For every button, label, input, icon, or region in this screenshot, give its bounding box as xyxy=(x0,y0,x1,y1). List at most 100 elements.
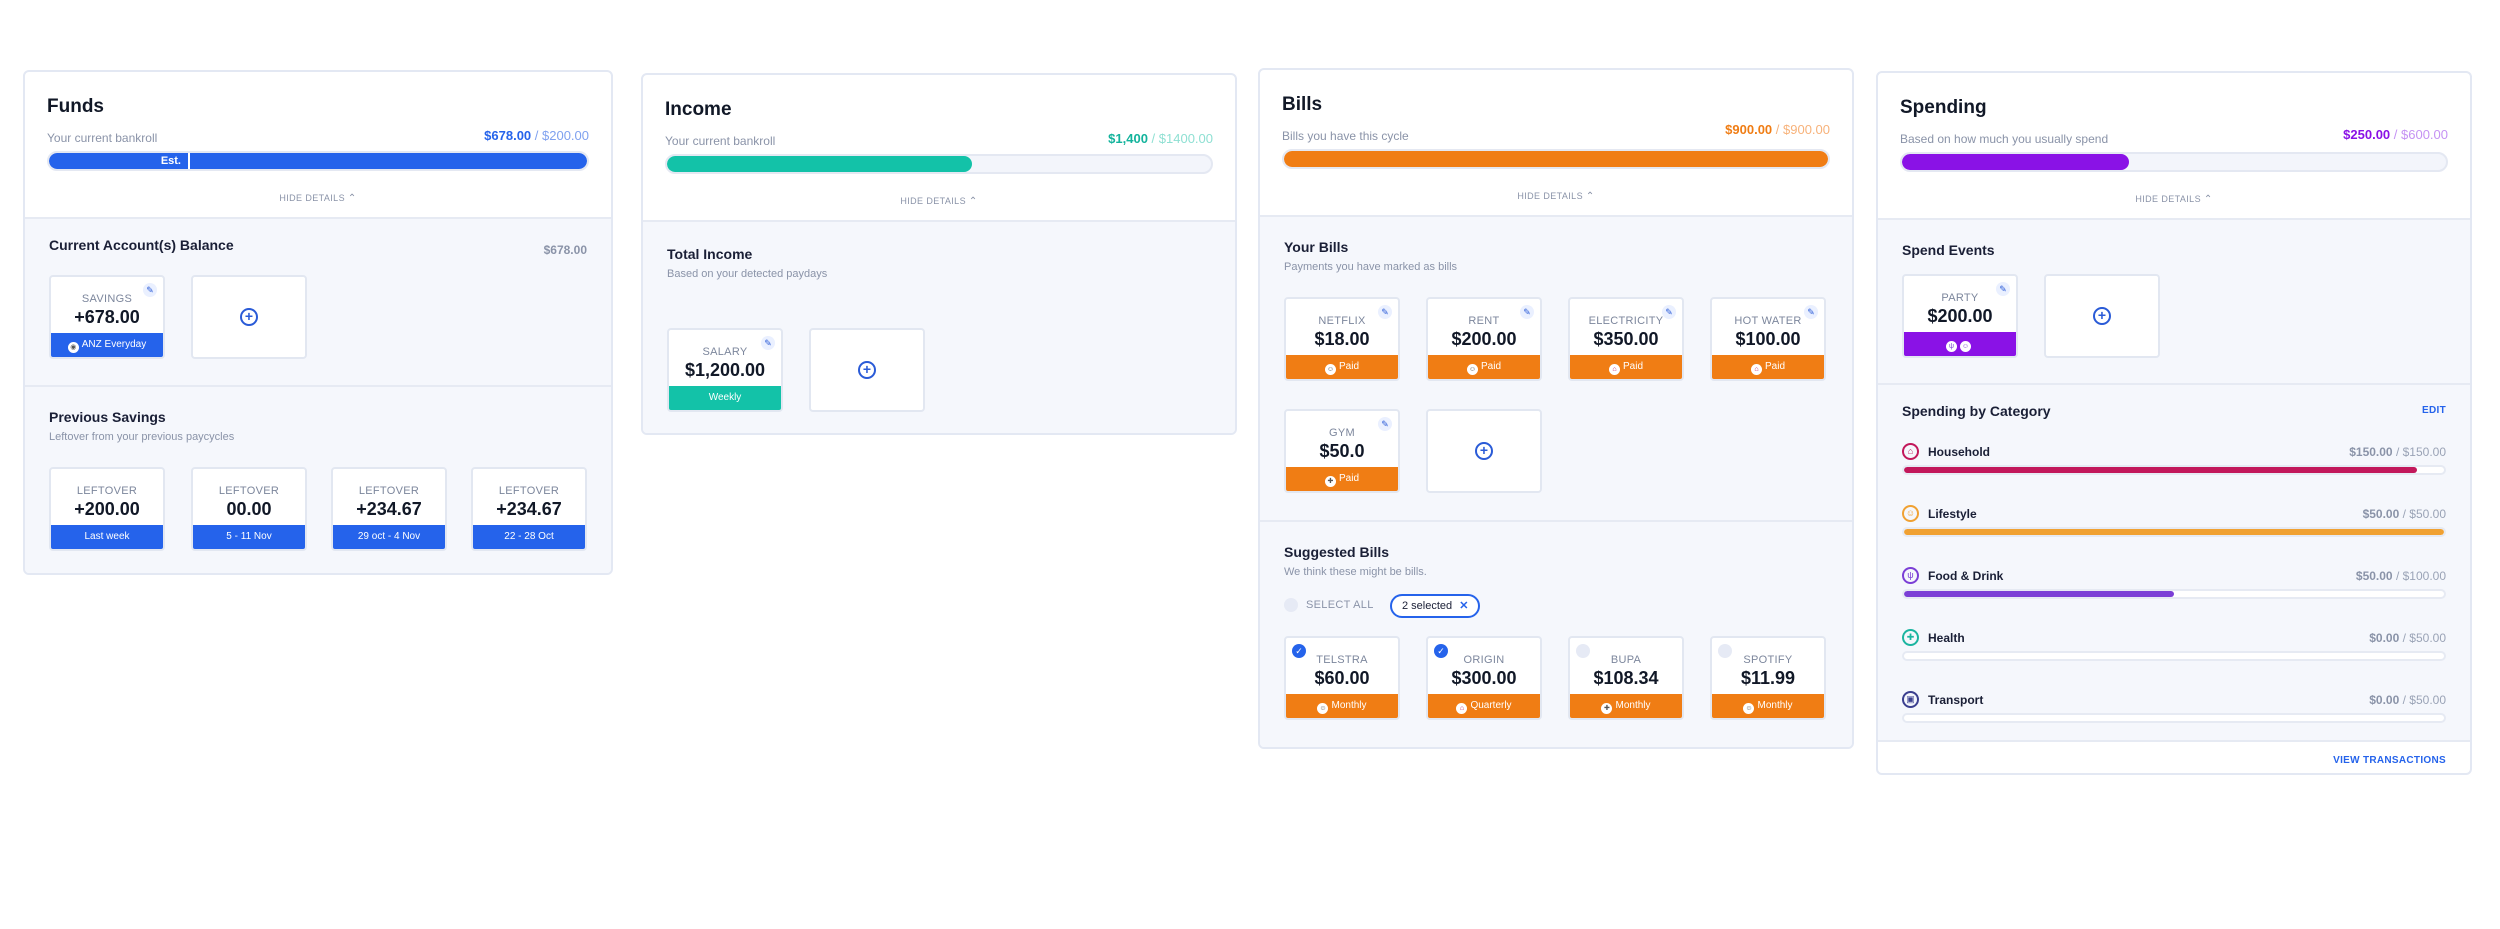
bill-card[interactable]: ✎ GYM $50.0 ✚ Paid xyxy=(1284,409,1400,493)
party-card[interactable]: ✎ PARTY $200.00 ψ ☺ xyxy=(1902,274,2018,358)
previous-savings-section: Previous Savings Leftover from your prev… xyxy=(25,385,611,573)
category-row[interactable]: ✚ Health $0.00 / $50.00 xyxy=(1902,629,2446,669)
chevron-up-icon: ⌃ xyxy=(347,193,357,204)
income-progress-fill xyxy=(667,156,972,172)
spending-progress-bar xyxy=(1900,152,2448,172)
lifestyle-icon: ☺ xyxy=(1902,505,1919,522)
household-icon: ⌂ xyxy=(1750,364,1762,375)
plus-icon: + xyxy=(1475,442,1493,460)
funds-title: Funds xyxy=(47,96,104,117)
suggested-bills-section: Suggested Bills We think these might be … xyxy=(1260,520,1852,747)
plus-icon: + xyxy=(2093,307,2111,325)
health-icon: ✚ xyxy=(1902,629,1919,646)
leftover-card[interactable]: LEFTOVER 00.00 5 - 11 Nov xyxy=(191,467,307,551)
category-row[interactable]: ▣ Transport $0.00 / $50.00 xyxy=(1902,691,2446,731)
funds-panel: Funds Your current bankroll $678.00 / $2… xyxy=(23,70,613,575)
salary-card[interactable]: ✎ SALARY $1,200.00 Weekly xyxy=(667,328,783,412)
category-progress-bar xyxy=(1902,713,2446,723)
income-hide-details[interactable]: HIDE DETAILS ⌃ xyxy=(643,196,1235,220)
category-row[interactable]: ψ Food & Drink $50.00 / $100.00 xyxy=(1902,567,2446,607)
check-icon[interactable]: ✓ xyxy=(1434,644,1448,658)
spending-footer: VIEW TRANSACTIONS xyxy=(1878,740,2470,773)
suggested-bill-card[interactable]: BUPA $108.34 ✚ Monthly xyxy=(1568,636,1684,720)
your-bills-section: Your Bills Payments you have marked as b… xyxy=(1260,215,1852,520)
lifestyle-icon: ☺ xyxy=(1324,364,1336,375)
your-bills-subtitle: Payments you have marked as bills xyxy=(1284,261,1458,273)
spend-events-section: Spend Events ✎ PARTY $200.00 ψ ☺ + xyxy=(1878,218,2470,383)
bank-icon: ◉ xyxy=(67,342,79,353)
suggested-bill-card[interactable]: SPOTIFY $11.99 ☺ Monthly xyxy=(1710,636,1826,720)
total-income-section: Total Income Based on your detected payd… xyxy=(643,220,1235,433)
chevron-up-icon: ⌃ xyxy=(968,196,978,207)
total-income-title: Total Income xyxy=(667,246,753,262)
category-progress-bar xyxy=(1902,527,2446,537)
current-balance-title: Current Account(s) Balance xyxy=(49,237,234,253)
household-icon: ⌂ xyxy=(1902,443,1919,460)
income-amount: $1,400 / $1400.00 xyxy=(1108,131,1213,146)
category-row[interactable]: ☺ Lifestyle $50.00 / $50.00 xyxy=(1902,505,2446,545)
lifestyle-icon: ☺ xyxy=(1466,364,1478,375)
est-label: Est. xyxy=(160,155,181,167)
edit-icon[interactable]: ✎ xyxy=(761,336,775,350)
chevron-up-icon: ⌃ xyxy=(1585,191,1595,202)
category-progress-bar xyxy=(1902,589,2446,599)
bill-card[interactable]: ✎ RENT $200.00 ☺ Paid xyxy=(1426,297,1542,381)
savings-card[interactable]: ✎ SAVINGS +678.00 ◉ ANZ Everyday xyxy=(49,275,165,359)
spending-by-category-title: Spending by Category xyxy=(1902,403,2051,419)
close-icon[interactable]: ✕ xyxy=(1459,600,1468,612)
edit-icon[interactable]: ✎ xyxy=(1804,305,1818,319)
bills-panel: Bills Bills you have this cycle $900.00 … xyxy=(1258,68,1854,749)
spending-amount: $250.00 / $600.00 xyxy=(2343,127,2448,142)
spending-hide-details[interactable]: HIDE DETAILS ⌃ xyxy=(1878,194,2470,218)
health-icon: ✚ xyxy=(1324,476,1336,487)
leftover-card[interactable]: LEFTOVER +234.67 29 oct - 4 Nov xyxy=(331,467,447,551)
edit-icon[interactable]: ✎ xyxy=(1378,417,1392,431)
edit-icon[interactable]: ✎ xyxy=(1378,305,1392,319)
suggested-bill-card[interactable]: ✓ TELSTRA $60.00 ☺ Monthly xyxy=(1284,636,1400,720)
spending-title: Spending xyxy=(1900,97,1987,118)
previous-savings-title: Previous Savings xyxy=(49,409,166,425)
check-icon[interactable]: ✓ xyxy=(1292,644,1306,658)
add-bill-button[interactable]: + xyxy=(1426,409,1542,493)
checkbox-icon[interactable] xyxy=(1284,598,1298,612)
category-row[interactable]: ⌂ Household $150.00 / $150.00 xyxy=(1902,443,2446,483)
edit-icon[interactable]: ✎ xyxy=(1520,305,1534,319)
selected-chip[interactable]: 2 selected ✕ xyxy=(1390,594,1481,618)
previous-savings-subtitle: Leftover from your previous paycycles xyxy=(49,431,235,443)
add-account-button[interactable]: + xyxy=(191,275,307,359)
category-progress-bar xyxy=(1902,651,2446,661)
food-drink-icon: ψ xyxy=(1902,567,1919,584)
lifestyle-icon: ☺ xyxy=(1743,703,1755,714)
edit-categories-link[interactable]: EDIT xyxy=(2422,405,2446,416)
transport-icon: ▣ xyxy=(1902,691,1919,708)
bill-card[interactable]: ✎ ELECTRICITY $350.00 ⌂ Paid xyxy=(1568,297,1684,381)
funds-hide-details[interactable]: HIDE DETAILS ⌃ xyxy=(25,193,611,217)
income-title: Income xyxy=(665,99,732,120)
select-all[interactable]: SELECT ALL xyxy=(1284,598,1374,612)
add-income-button[interactable]: + xyxy=(809,328,925,412)
health-icon: ✚ xyxy=(1601,703,1613,714)
est-marker xyxy=(188,153,190,169)
edit-icon[interactable]: ✎ xyxy=(1996,282,2010,296)
bills-hide-details[interactable]: HIDE DETAILS ⌃ xyxy=(1260,191,1852,215)
checkbox-icon[interactable] xyxy=(1576,644,1590,658)
spending-by-category-section: Spending by Category EDIT ⌂ Household $1… xyxy=(1878,383,2470,740)
leftover-card[interactable]: LEFTOVER +234.67 22 - 28 Oct xyxy=(471,467,587,551)
current-balance-amount: $678.00 xyxy=(543,243,587,257)
spend-events-title: Spend Events xyxy=(1902,242,1995,258)
leftover-card[interactable]: LEFTOVER +200.00 Last week xyxy=(49,467,165,551)
income-panel: Income Your current bankroll $1,400 / $1… xyxy=(641,73,1237,435)
bill-card[interactable]: ✎ HOT WATER $100.00 ⌂ Paid xyxy=(1710,297,1826,381)
add-spend-event-button[interactable]: + xyxy=(2044,274,2160,358)
edit-icon[interactable]: ✎ xyxy=(1662,305,1676,319)
your-bills-title: Your Bills xyxy=(1284,239,1349,255)
checkbox-icon[interactable] xyxy=(1718,644,1732,658)
bill-card[interactable]: ✎ NETFLIX $18.00 ☺ Paid xyxy=(1284,297,1400,381)
suggested-bill-card[interactable]: ✓ ORIGIN $300.00 ⌂ Quarterly xyxy=(1426,636,1542,720)
view-transactions-link[interactable]: VIEW TRANSACTIONS xyxy=(2333,755,2446,766)
current-balance-section: Current Account(s) Balance $678.00 ✎ SAV… xyxy=(25,217,611,385)
bills-progress-fill xyxy=(1284,151,1828,167)
spending-progress-fill xyxy=(1902,154,2129,170)
lifestyle-icon: ☺ xyxy=(1317,703,1329,714)
edit-icon[interactable]: ✎ xyxy=(143,283,157,297)
